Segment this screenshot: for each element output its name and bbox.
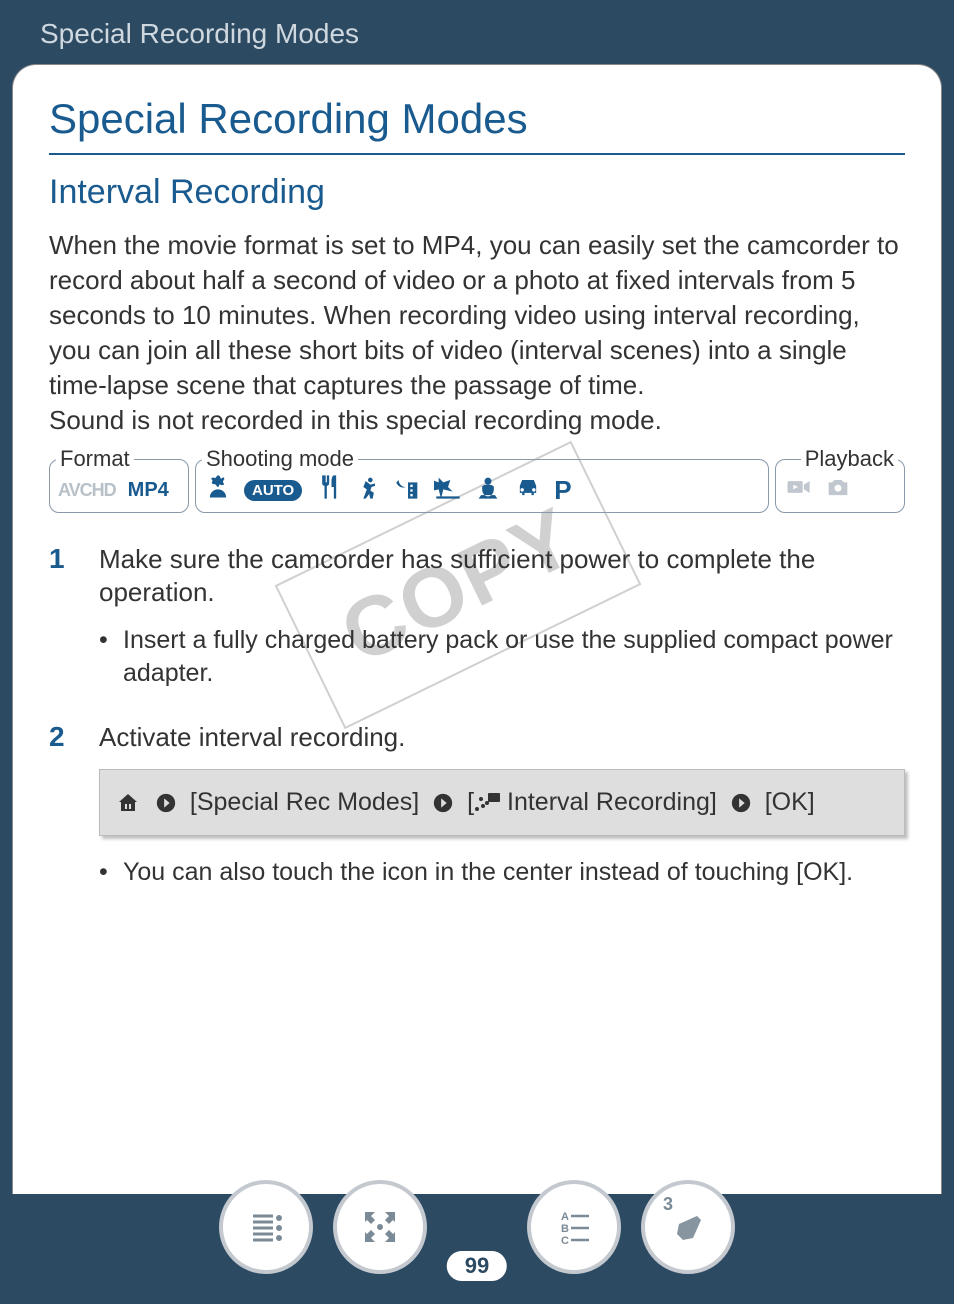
page-content: Special Recording Modes Interval Recordi…: [12, 64, 942, 1244]
step-title: Make sure the camcorder has sufficient p…: [99, 543, 905, 611]
step-2: 2 Activate interval recording. [Special …: [49, 721, 905, 903]
nav-item-special-rec: [Special Rec Modes]: [190, 788, 419, 816]
step-1: 1 Make sure the camcorder has sufficient…: [49, 543, 905, 704]
playback-photo-icon: [824, 473, 852, 508]
shooting-mode-group: Shooting mode AUTO: [195, 459, 769, 513]
nav-item-interval-prefix: [: [467, 788, 474, 816]
header-breadcrumb: Special Recording Modes: [0, 0, 954, 64]
playback-label: Playback: [801, 446, 898, 472]
cutlery-icon: [314, 473, 342, 508]
shooting-mode-label: Shooting mode: [202, 446, 358, 472]
svg-text:C: C: [561, 1235, 569, 1247]
car-icon: [514, 473, 542, 508]
intro-paragraph: When the movie format is set to MP4, you…: [49, 228, 905, 439]
page-number: 99: [444, 1248, 510, 1284]
step-bullet: • You can also touch the icon in the cen…: [99, 856, 905, 889]
step-number: 2: [49, 721, 99, 903]
arrow-icon: [155, 792, 177, 814]
step-bullet: • Insert a fully charged battery pack or…: [99, 624, 905, 689]
intro-text-2: Sound is not recorded in this special re…: [49, 405, 662, 435]
format-avchd: AVCHD: [58, 480, 116, 501]
step-title: Activate interval recording.: [99, 721, 905, 755]
snow-icon: [474, 473, 502, 508]
index-button[interactable]: A B C: [527, 1180, 621, 1274]
format-group: Format AVCHD MP4: [49, 459, 189, 513]
bullet-text: You can also touch the icon in the cente…: [123, 856, 853, 889]
fullscreen-button[interactable]: [333, 1180, 427, 1274]
intro-text-1: When the movie format is set to MP4, you…: [49, 230, 899, 400]
svg-text:B: B: [561, 1223, 569, 1235]
svg-text:A: A: [561, 1211, 569, 1223]
auto-mode-icon: AUTO: [244, 480, 302, 501]
format-label: Format: [56, 446, 134, 472]
playback-video-icon: [784, 473, 812, 508]
chapter-badge: 3: [663, 1194, 673, 1215]
section-subtitle: Interval Recording: [49, 173, 905, 212]
sports-icon: [354, 473, 382, 508]
night-building-icon: [394, 473, 422, 508]
steps-list: 1 Make sure the camcorder has sufficient…: [49, 543, 905, 903]
nav-item-ok: [OK]: [765, 788, 815, 816]
macro-flower-icon: [204, 473, 232, 508]
step-number: 1: [49, 543, 99, 704]
beach-icon: [434, 473, 462, 508]
home-icon: [116, 791, 140, 815]
arrow-icon: [730, 792, 752, 814]
bullet-text: Insert a fully charged battery pack or u…: [123, 624, 905, 689]
format-mp4: MP4: [128, 479, 169, 502]
interval-dots-icon: [474, 793, 500, 813]
toc-button[interactable]: [219, 1180, 313, 1274]
nav-item-interval-text: Interval Recording]: [500, 788, 717, 816]
navigation-path-box: [Special Rec Modes] [ Interval Recording…: [99, 769, 905, 837]
arrow-icon: [432, 792, 454, 814]
chapter-button[interactable]: 3: [641, 1180, 735, 1274]
mode-compatibility-row: Format AVCHD MP4 Shooting mode AUTO: [49, 459, 905, 513]
playback-group: Playback: [775, 459, 905, 513]
p-mode-icon: P: [554, 475, 571, 506]
page-title: Special Recording Modes: [49, 95, 905, 155]
